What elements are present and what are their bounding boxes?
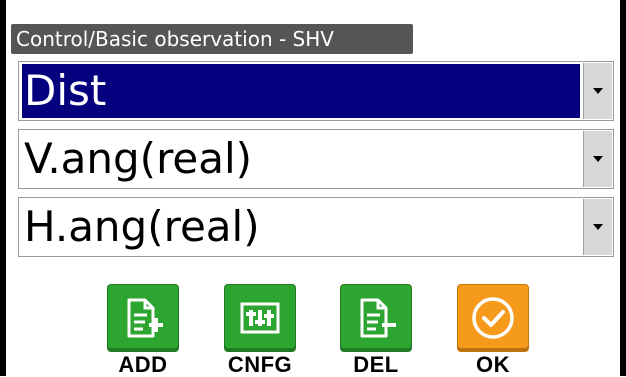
- chevron-down-icon: [593, 224, 603, 230]
- cnfg-button-tile[interactable]: [224, 284, 296, 352]
- field-3-value: H.ang(real): [24, 202, 260, 251]
- cnfg-button[interactable]: CNFG: [224, 284, 296, 376]
- del-button-tile[interactable]: [340, 284, 412, 352]
- ok-button-tile[interactable]: [457, 284, 529, 352]
- config-icon: [240, 302, 280, 334]
- add-button-tile[interactable]: [107, 284, 179, 352]
- cnfg-button-label: CNFG: [227, 352, 293, 377]
- field-2-value: V.ang(real): [24, 134, 253, 183]
- add-button-label: ADD: [118, 352, 168, 377]
- del-button[interactable]: DEL: [340, 284, 412, 376]
- screen-frame-right: [620, 0, 626, 376]
- observation-field-2-select[interactable]: V.ang(real): [18, 129, 614, 189]
- field-1-value: Dist: [22, 64, 580, 118]
- observation-field-1-select[interactable]: Dist: [18, 61, 614, 121]
- document-delete-icon: [360, 298, 396, 338]
- screen-frame-left: [0, 0, 6, 376]
- screen-title: Control/Basic observation - SHV: [11, 24, 413, 54]
- add-button[interactable]: ADD: [107, 284, 179, 376]
- observation-field-3-select[interactable]: H.ang(real): [18, 197, 614, 257]
- document-add-icon: [127, 298, 163, 338]
- ok-button[interactable]: OK: [457, 284, 529, 376]
- checkmark-circle-icon: [472, 297, 514, 339]
- del-button-label: DEL: [353, 352, 399, 377]
- ok-button-label: OK: [476, 352, 510, 377]
- field-3-dropdown-button[interactable]: [583, 199, 612, 255]
- chevron-down-icon: [593, 88, 603, 94]
- chevron-down-icon: [593, 156, 603, 162]
- field-2-dropdown-button[interactable]: [583, 131, 612, 187]
- field-1-dropdown-button[interactable]: [583, 63, 612, 119]
